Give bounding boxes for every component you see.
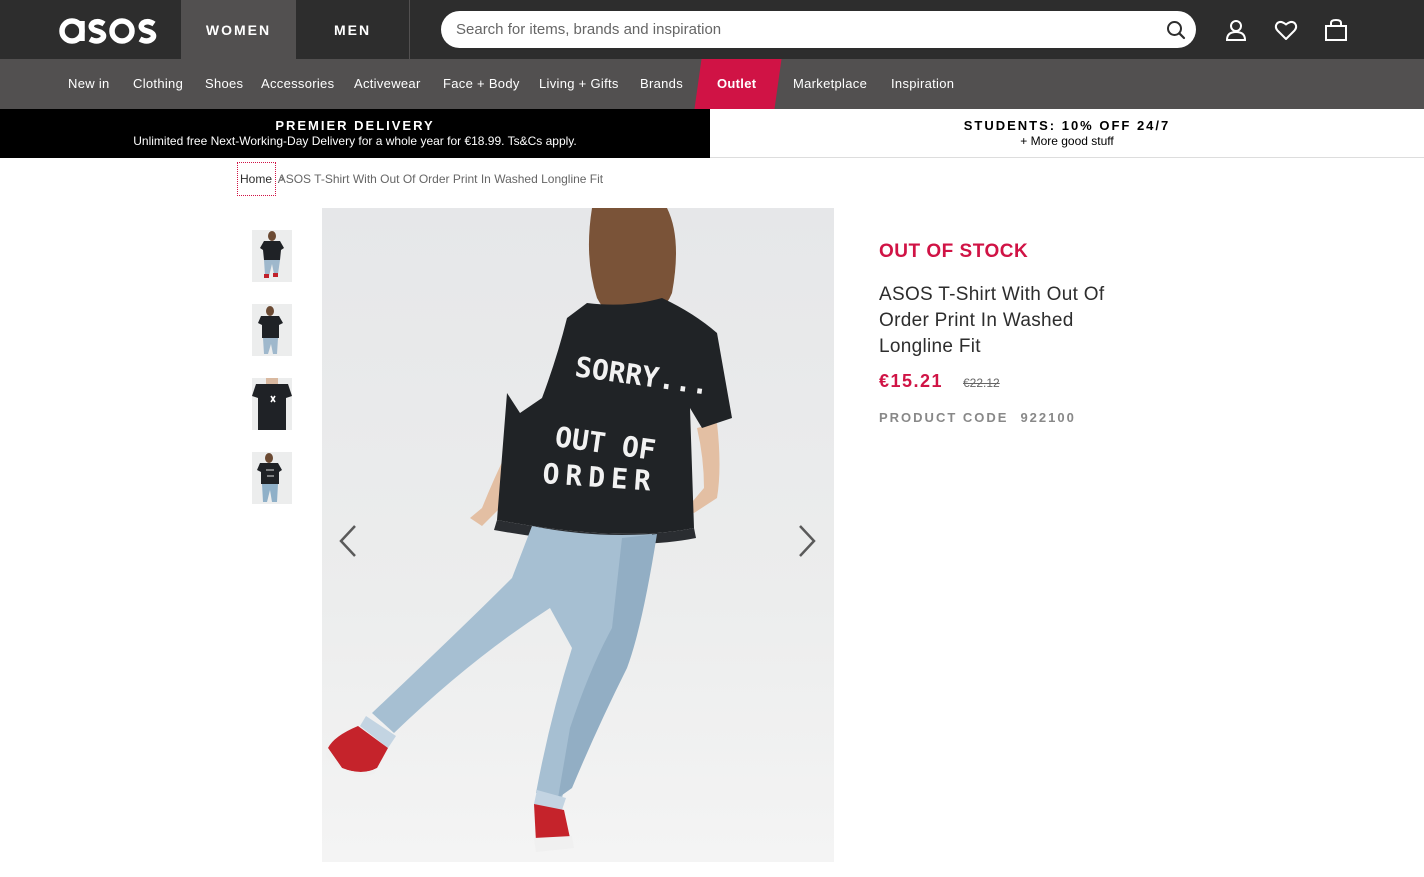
breadcrumb-current: ASOS T-Shirt With Out Of Order Print In …: [277, 171, 604, 186]
gallery-thumbnail[interactable]: [252, 452, 292, 504]
nav-item-outlet[interactable]: Outlet: [717, 59, 756, 109]
product-thumbnail-image: [252, 230, 292, 282]
gallery-thumbnail[interactable]: [252, 230, 292, 282]
tab-women[interactable]: WOMEN: [181, 0, 296, 59]
banner-title: STUDENTS: 10% OFF 24/7: [963, 118, 1171, 133]
bag-button[interactable]: [1323, 17, 1349, 43]
tab-men[interactable]: MEN: [296, 0, 410, 59]
gallery-prev-button[interactable]: [336, 523, 360, 559]
breadcrumb-home[interactable]: Home: [237, 161, 277, 196]
product-code-label: PRODUCT CODE: [879, 410, 1009, 425]
nav-item-new-in[interactable]: New in: [68, 59, 110, 109]
product-code: PRODUCT CODE 922100: [879, 410, 1076, 425]
nav-item-shoes[interactable]: Shoes: [205, 59, 243, 109]
breadcrumb: Home › ASOS T-Shirt With Out Of Order Pr…: [237, 161, 603, 196]
bag-icon: [1325, 18, 1347, 41]
nav-item-marketplace[interactable]: Marketplace: [793, 59, 867, 109]
product-main-image: SORRY... OUT OF ORDER: [322, 208, 834, 862]
product-thumbnail-image: [252, 304, 292, 356]
premier-delivery-banner[interactable]: PREMIER DELIVERY Unlimited free Next-Wor…: [0, 109, 710, 158]
search-bar: [441, 11, 1196, 48]
account-button[interactable]: [1223, 17, 1249, 43]
gallery-thumbnail[interactable]: [252, 304, 292, 356]
category-nav: New in Clothing Shoes Accessories Active…: [0, 59, 1424, 109]
product-title: ASOS T-Shirt With Out Of Order Print In …: [879, 284, 1105, 357]
nav-item-inspiration[interactable]: Inspiration: [891, 59, 954, 109]
previous-price: €22.12: [963, 376, 1000, 390]
chevron-right-icon: [799, 525, 816, 557]
nav-item-face-body[interactable]: Face + Body: [443, 59, 520, 109]
current-price: €15.21: [879, 371, 944, 391]
asos-logo-icon: [59, 18, 157, 44]
product-thumbnail-image: [252, 378, 292, 430]
nav-item-accessories[interactable]: Accessories: [261, 59, 334, 109]
nav-item-brands[interactable]: Brands: [640, 59, 683, 109]
search-button[interactable]: [1164, 18, 1188, 42]
asos-logo[interactable]: [58, 10, 168, 50]
saved-items-button[interactable]: [1273, 17, 1299, 43]
banner-subtitle: + More good stuff: [1020, 134, 1114, 148]
stock-status: OUT OF STOCK: [879, 241, 1029, 262]
gallery-thumbnail[interactable]: [252, 378, 292, 430]
gallery-next-button[interactable]: [795, 523, 819, 559]
product-thumbnail-image: [252, 452, 292, 504]
nav-item-clothing[interactable]: Clothing: [133, 59, 183, 109]
nav-item-activewear[interactable]: Activewear: [354, 59, 421, 109]
product-code-value: 922100: [1020, 410, 1076, 425]
students-banner[interactable]: STUDENTS: 10% OFF 24/7 + More good stuff: [710, 109, 1424, 158]
product-photo: SORRY... OUT OF ORDER: [322, 208, 834, 862]
heart-icon: [1274, 21, 1298, 40]
search-input[interactable]: [456, 11, 1156, 48]
search-icon: [1167, 21, 1186, 40]
banner-subtitle: Unlimited free Next-Working-Day Delivery…: [133, 134, 577, 148]
account-icon: [1225, 20, 1247, 41]
nav-item-living-gifts[interactable]: Living + Gifts: [539, 59, 619, 109]
top-bar: WOMEN MEN: [0, 0, 1424, 59]
chevron-left-icon: [339, 525, 356, 557]
banner-title: PREMIER DELIVERY: [275, 118, 435, 133]
